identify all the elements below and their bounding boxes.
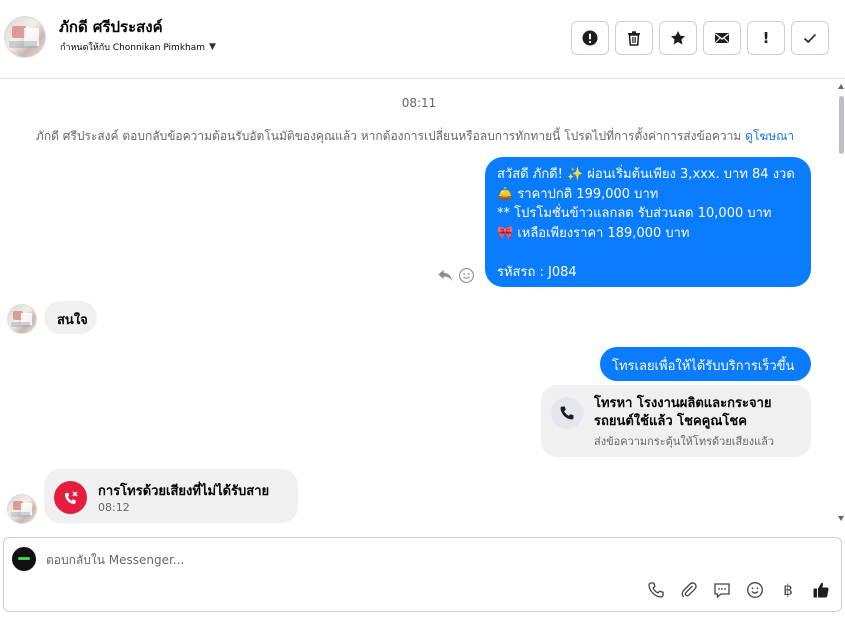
saved-replies-button[interactable]	[712, 580, 732, 600]
page-avatar	[12, 547, 36, 571]
system-notice: ภักดี ศรีประสงค์ ตอบกลับข้อความต้อนรับอั…	[36, 127, 794, 146]
trash-icon	[628, 31, 640, 46]
star-icon	[671, 31, 685, 45]
attach-button[interactable]	[679, 580, 699, 600]
assignee-label: กำหนดให้กับ Chonnikan Pimkham	[60, 43, 206, 53]
reply-input[interactable]	[46, 550, 646, 570]
call-button[interactable]	[646, 580, 666, 600]
missed-call-icon	[54, 481, 87, 514]
mark-spam-button[interactable]	[571, 21, 609, 55]
envelope-icon	[715, 33, 729, 43]
promo-line: 🛎️ ราคาปกติ 199,000 บาท	[497, 186, 659, 202]
like-button[interactable]	[811, 580, 831, 600]
scroll-down-arrow-icon[interactable]	[838, 516, 844, 521]
emoji-icon	[747, 582, 763, 598]
promo-line: ** โปรโมชั่นข้าวแลกลด รับส่วนลด 10,000 บ…	[497, 206, 772, 221]
message-actions	[437, 267, 475, 284]
thread-scrollbar[interactable]	[838, 80, 845, 525]
paperclip-icon	[681, 582, 697, 598]
phone-icon	[551, 397, 583, 429]
payment-button[interactable]: ฿	[778, 580, 798, 600]
conversation-toolbar: !	[571, 21, 829, 55]
check-icon	[803, 33, 817, 44]
scrollbar-thumb[interactable]	[839, 96, 844, 154]
caret-down-icon: ▼	[209, 42, 216, 52]
chat-bubble-icon	[714, 583, 730, 599]
contact-name[interactable]: ภักดี ศรีประสงค์	[59, 15, 163, 39]
call-card-subtitle: ส่งข้อความกระตุ้นให้โทรด้วยเสียงแล้ว	[594, 435, 775, 448]
outgoing-promo-message[interactable]: สวัสดี ภักดี! ✨ ผ่อนเริ่มต้นเพียง 3,xxx.…	[485, 157, 811, 287]
mark-unread-button[interactable]	[703, 21, 741, 55]
delete-button[interactable]	[615, 21, 653, 55]
system-notice-text: ภักดี ศรีประสงค์ ตอบกลับข้อความต้อนรับอั…	[36, 129, 742, 143]
assignee-dropdown[interactable]: กำหนดให้กับ Chonnikan Pimkham ▼	[60, 40, 216, 54]
missed-call-time: 08:12	[98, 501, 130, 514]
phone-icon	[648, 582, 664, 598]
contact-avatar-small	[7, 494, 37, 524]
scroll-up-arrow-icon[interactable]	[838, 84, 844, 89]
composer-tools: ฿	[646, 580, 831, 600]
contact-avatar-small	[7, 304, 37, 334]
promo-line: 🎀 เหลือเพียงราคา 189,000 บาท	[497, 225, 690, 241]
promo-line: สวัสดี ภักดี! ✨ ผ่อนเริ่มต้นเพียง 3,xxx.…	[497, 167, 795, 182]
outgoing-call-prompt-message[interactable]: โทรเลยเพื่อให้ได้รับบริการเร็วขึ้น	[600, 347, 811, 381]
call-button-card[interactable]: โทรหา โรงงานผลิตและกระจายรถยนต์ใช้แล้ว โ…	[541, 385, 811, 457]
promo-line	[497, 243, 799, 263]
message-composer: ฿	[3, 537, 842, 612]
thumbs-up-icon	[813, 582, 829, 598]
view-ad-link[interactable]: ดูโฆษณา	[745, 129, 794, 143]
contact-avatar[interactable]	[4, 16, 46, 58]
star-button[interactable]	[659, 21, 697, 55]
baht-icon: ฿	[783, 581, 793, 599]
exclamation-icon: !	[762, 29, 770, 47]
conversation-header: ภักดี ศรีประสงค์ กำหนดให้กับ Chonnikan P…	[0, 0, 845, 79]
incoming-message[interactable]: สนใจ	[44, 301, 97, 334]
call-card-title: โทรหา โรงงานผลิตและกระจายรถยนต์ใช้แล้ว โ…	[594, 396, 772, 429]
missed-call-title: การโทรด้วยเสียงที่ไม่ได้รับสาย	[98, 484, 270, 499]
promo-line: รหัสรถ : J084	[497, 264, 577, 280]
mark-done-button[interactable]	[791, 21, 829, 55]
follow-up-button[interactable]: !	[747, 21, 785, 55]
messenger-conversation-view: ภักดี ศรีประสงค์ กำหนดให้กับ Chonnikan P…	[0, 0, 845, 618]
missed-call-card[interactable]: การโทรด้วยเสียงที่ไม่ได้รับสาย 08:12	[44, 469, 298, 523]
reply-icon[interactable]	[437, 267, 454, 284]
message-thread[interactable]: 08:11 ภักดี ศรีประสงค์ ตอบกลับข้อความต้อ…	[0, 80, 838, 525]
message-timestamp: 08:11	[401, 96, 437, 110]
alert-circle-icon	[582, 30, 598, 46]
react-emoji-icon[interactable]	[458, 267, 475, 284]
emoji-button[interactable]	[745, 580, 765, 600]
